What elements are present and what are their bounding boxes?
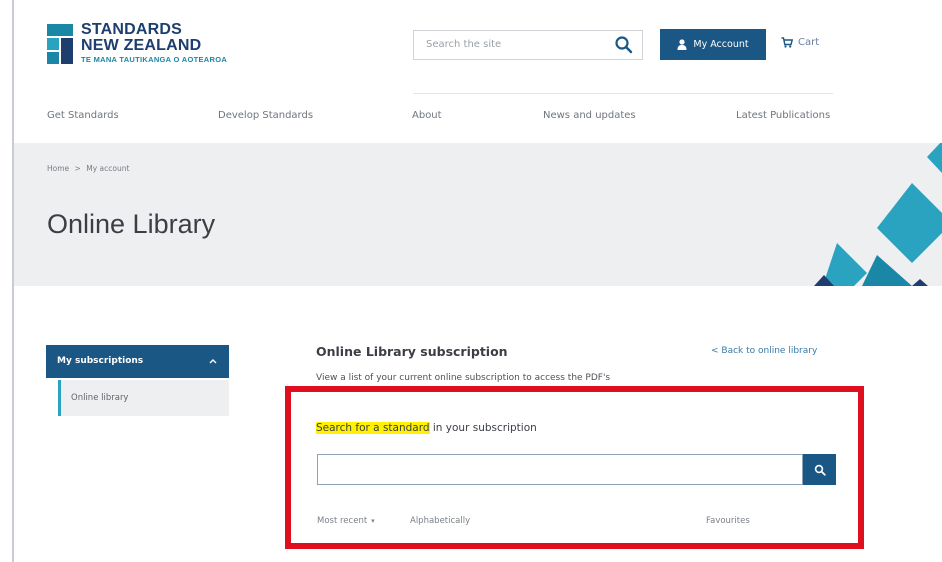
nav-get-standards[interactable]: Get Standards [47, 110, 119, 121]
nav-news-and-updates[interactable]: News and updates [543, 110, 636, 121]
breadcrumb-home[interactable]: Home [47, 164, 69, 173]
page-banner: Home > My account Online Library [14, 143, 942, 286]
sidebar-item-label: Online library [71, 393, 129, 403]
sort-favourites[interactable]: Favourites [706, 516, 750, 526]
search-icon[interactable] [614, 35, 634, 55]
page-title: Online Library [47, 209, 216, 239]
sort-alphabetically[interactable]: Alphabetically [410, 516, 470, 526]
logo-line-1: STANDARDS [81, 21, 183, 38]
nav-about[interactable]: About [412, 110, 442, 121]
my-account-label: My Account [693, 39, 749, 50]
sidebar-item-online-library[interactable]: Online library [58, 380, 229, 416]
search-standard-label: Search for a standard in your subscripti… [316, 422, 537, 434]
sidebar-header-label: My subscriptions [57, 356, 144, 366]
search-label-highlight: Search for a standard [316, 422, 430, 434]
sidebar-my-subscriptions[interactable]: My subscriptions [46, 345, 229, 378]
header-divider [413, 93, 833, 94]
standards-nz-logo[interactable]: STANDARDS NEW ZEALAND TE MANA TAUTIKANGA… [47, 22, 247, 68]
cart-label: Cart [798, 37, 820, 48]
subscription-description: View a list of your current online subsc… [316, 373, 611, 383]
site-search-input[interactable]: Search the site [413, 30, 643, 60]
subscription-title: Online Library subscription [316, 344, 508, 359]
my-account-button[interactable]: My Account [660, 29, 766, 60]
sort-most-recent[interactable]: Most recent ▾ [317, 516, 375, 526]
library-search-button[interactable] [803, 454, 836, 485]
search-icon [814, 464, 826, 476]
cart-icon [781, 37, 793, 48]
chevron-up-icon [209, 359, 217, 364]
logo-line-3: TE MANA TAUTIKANGA O AOTEAROA [81, 55, 228, 64]
nav-latest-publications[interactable]: Latest Publications [736, 110, 830, 121]
library-search-input[interactable] [317, 454, 803, 485]
search-label-rest: in your subscription [429, 422, 537, 434]
site-search-placeholder: Search the site [426, 39, 502, 50]
nav-develop-standards[interactable]: Develop Standards [218, 110, 313, 121]
banner-decoration [814, 143, 942, 286]
breadcrumb: Home > My account [47, 164, 129, 173]
user-icon [677, 39, 687, 50]
back-to-online-library-link[interactable]: < Back to online library [711, 346, 817, 356]
breadcrumb-separator: > [74, 164, 81, 173]
sort-most-recent-label: Most recent [317, 516, 368, 526]
cart-link[interactable]: Cart [781, 37, 819, 48]
logo-mark-icon [47, 24, 73, 64]
logo-line-2: NEW ZEALAND [81, 37, 202, 54]
sort-down-arrow-icon: ▾ [371, 517, 375, 525]
logo-text: STANDARDS NEW ZEALAND TE MANA TAUTIKANGA… [81, 22, 227, 65]
breadcrumb-current: My account [86, 164, 130, 173]
